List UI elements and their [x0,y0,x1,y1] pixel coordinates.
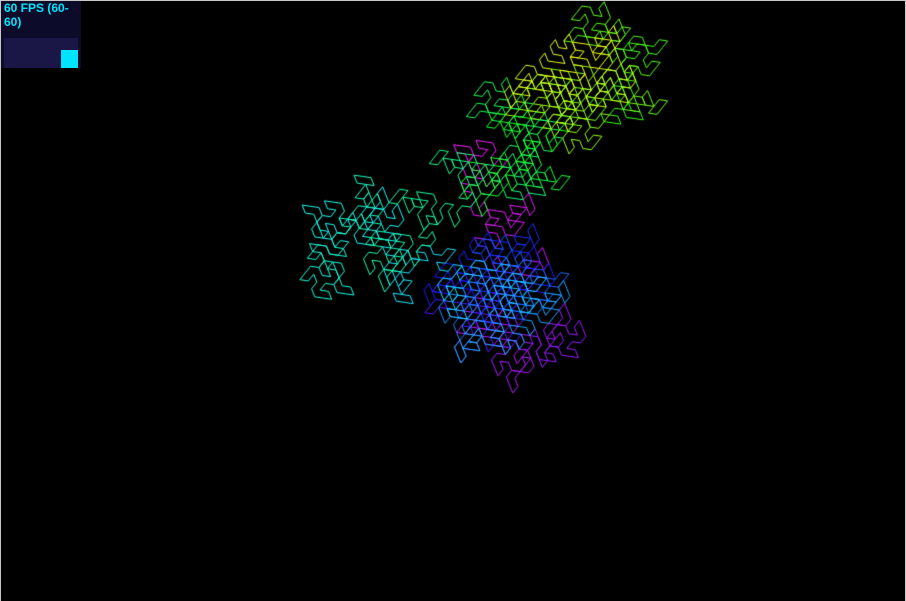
webgl-viewport[interactable]: 60 FPS (60-60) [0,0,906,601]
fps-graph-bar [61,50,78,68]
fps-stats-panel[interactable]: 60 FPS (60-60) [1,1,81,68]
fps-counter-label: 60 FPS (60-60) [4,1,69,29]
curve-canvas[interactable] [1,1,905,601]
fps-graph [4,38,78,68]
